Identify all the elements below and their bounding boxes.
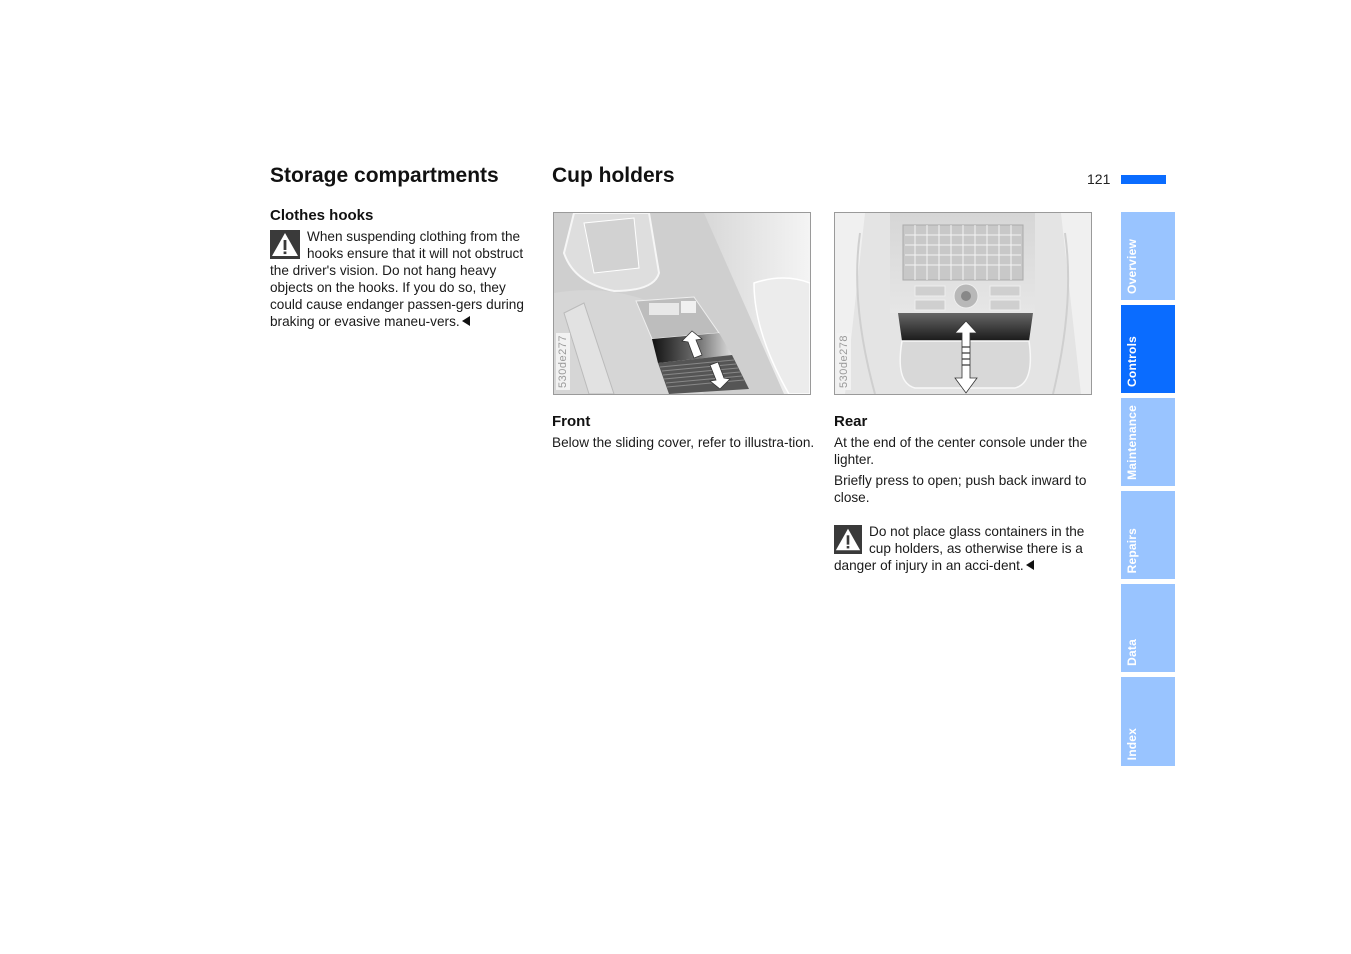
rear-paragraph-2: Briefly press to open; push back inward …	[834, 473, 1087, 505]
tab-overview[interactable]: Overview	[1121, 212, 1175, 300]
tab-repairs[interactable]: Repairs	[1121, 491, 1175, 579]
end-triangle-icon	[1025, 560, 1034, 570]
tab-label: Index	[1125, 727, 1139, 760]
figure-code: 530de278	[837, 333, 851, 390]
section-title-cup-holders: Cup holders	[552, 164, 675, 187]
page-number: 121	[1087, 171, 1111, 187]
front-console-drawing	[554, 213, 810, 394]
warning-text: Do not place glass containers in the cup…	[834, 524, 1085, 573]
clothes-hooks-heading: Clothes hooks	[270, 207, 374, 224]
rear-heading: Rear	[834, 413, 868, 430]
front-paragraph: Below the sliding cover, refer to illust…	[552, 435, 815, 450]
clothes-hooks-warning: When suspending clothing from the hooks …	[270, 228, 540, 330]
section-title-storage-compartments: Storage compartments	[270, 164, 499, 187]
tab-index[interactable]: Index	[1121, 677, 1175, 766]
page-marker-bar	[1121, 175, 1166, 184]
clothes-hooks-section: Clothes hooks When suspending clothing f…	[270, 207, 540, 330]
tab-maintenance[interactable]: Maintenance	[1121, 398, 1175, 486]
tab-label: Overview	[1125, 239, 1139, 294]
tab-data[interactable]: Data	[1121, 584, 1175, 672]
warning-triangle-icon	[834, 525, 862, 554]
warning-triangle-icon	[270, 230, 300, 259]
front-cup-holder-illustration: 530de277	[553, 212, 811, 395]
rear-cup-holder-illustration: 530de278	[834, 212, 1092, 395]
warning-text: When suspending clothing from the hooks …	[270, 229, 524, 329]
end-triangle-icon	[461, 316, 470, 326]
tab-controls[interactable]: Controls	[1121, 305, 1175, 393]
figure-code: 530de277	[556, 333, 570, 390]
tab-label: Repairs	[1125, 527, 1139, 573]
rear-paragraph-1: At the end of the center console under t…	[834, 435, 1088, 467]
front-section: Front Below the sliding cover, refer to …	[552, 413, 824, 451]
tab-label: Maintenance	[1125, 405, 1139, 480]
cup-holder-warning: Do not place glass containers in the cup…	[834, 523, 1106, 574]
tab-label: Data	[1125, 639, 1139, 666]
front-heading: Front	[552, 413, 591, 430]
rear-console-drawing	[835, 213, 1091, 394]
tab-label: Controls	[1125, 336, 1139, 387]
rear-section: Rear At the end of the center console un…	[834, 413, 1106, 574]
